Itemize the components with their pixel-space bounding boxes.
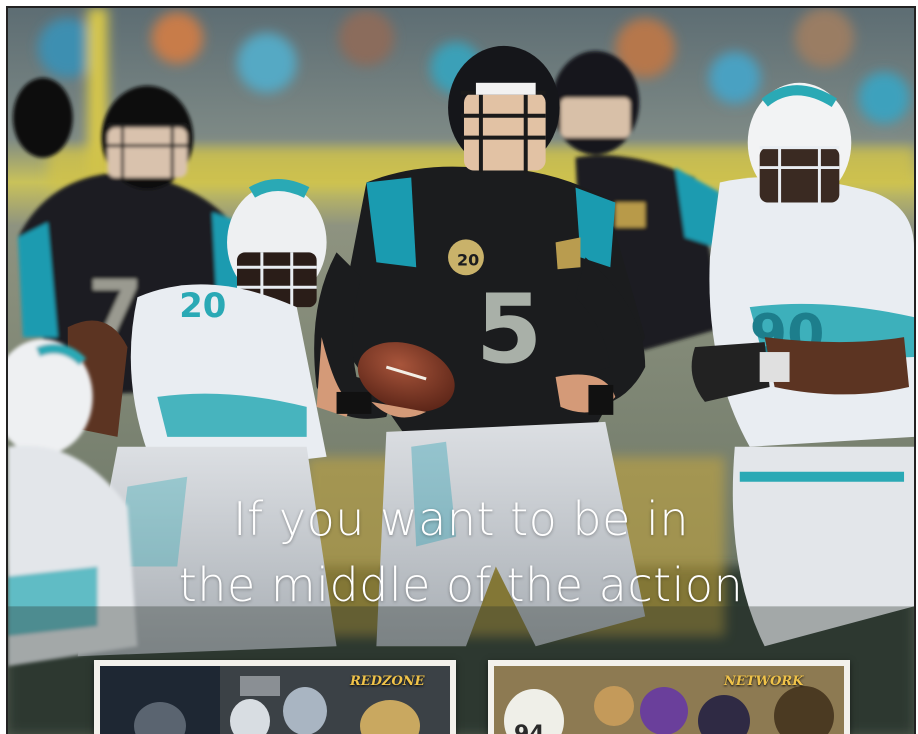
football-action-photo: 7 90 20 5 20 [8, 8, 914, 734]
network-thumbnail-image: 94 NETWORK [494, 666, 844, 734]
redzone-thumbnail-image: REDZONE [100, 666, 450, 734]
network-thumbnail[interactable]: 94 NETWORK [488, 660, 850, 734]
redzone-thumbnail[interactable]: REDZONE [94, 660, 456, 734]
headline-line-1: If you want to be in [232, 492, 689, 546]
photo-frame: 7 90 20 5 20 If you want to be in the mi… [6, 6, 916, 734]
headline-line-2: the middle of the action [178, 558, 744, 612]
headline: If you want to be in the middle of the a… [8, 486, 914, 618]
jersey-number-qb: 5 [476, 273, 542, 385]
redzone-label: REDZONE [350, 674, 425, 689]
network-jersey-number: 94 [514, 722, 545, 734]
jersey-number-dolphin: 20 [179, 286, 226, 325]
anniversary-patch: 20 [457, 250, 479, 269]
network-label: NETWORK [724, 674, 804, 689]
